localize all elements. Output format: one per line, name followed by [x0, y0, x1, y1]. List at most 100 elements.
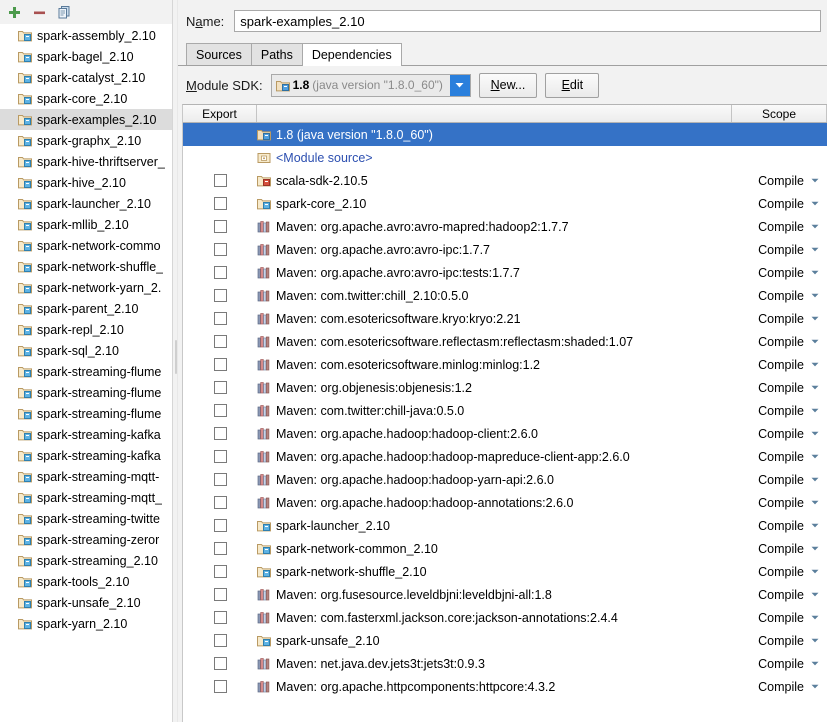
- export-checkbox[interactable]: [213, 266, 227, 279]
- export-checkbox[interactable]: [213, 289, 227, 302]
- module-list-item[interactable]: spark-streaming-flume: [0, 361, 172, 382]
- module-list-item[interactable]: spark-streaming-twitte: [0, 508, 172, 529]
- dependency-row[interactable]: Maven: org.apache.httpcomponents:httpcor…: [183, 675, 827, 698]
- export-checkbox[interactable]: [213, 588, 227, 601]
- module-list-item[interactable]: spark-hive_2.10: [0, 172, 172, 193]
- export-cell[interactable]: [183, 307, 257, 330]
- module-list-item[interactable]: spark-unsafe_2.10: [0, 592, 172, 613]
- module-list-item[interactable]: spark-mllib_2.10: [0, 214, 172, 235]
- module-list-item[interactable]: spark-core_2.10: [0, 88, 172, 109]
- chevron-down-icon[interactable]: [811, 661, 819, 666]
- module-list-item[interactable]: spark-hive-thriftserver_: [0, 151, 172, 172]
- module-list-item[interactable]: spark-streaming_2.10: [0, 550, 172, 571]
- chevron-down-icon[interactable]: [449, 74, 470, 96]
- chevron-down-icon[interactable]: [811, 247, 819, 252]
- export-checkbox[interactable]: [213, 450, 227, 463]
- module-name-input[interactable]: [234, 10, 821, 32]
- chevron-down-icon[interactable]: [811, 362, 819, 367]
- add-button[interactable]: [5, 3, 24, 22]
- export-cell[interactable]: [183, 169, 257, 192]
- tab-sources[interactable]: Sources: [186, 43, 252, 65]
- module-list-item[interactable]: spark-launcher_2.10: [0, 193, 172, 214]
- chevron-down-icon[interactable]: [811, 408, 819, 413]
- module-list-item[interactable]: spark-network-shuffle_: [0, 256, 172, 277]
- export-cell[interactable]: [183, 560, 257, 583]
- dependency-row[interactable]: Maven: org.apache.hadoop:hadoop-client:2…: [183, 422, 827, 445]
- module-list-item[interactable]: spark-catalyst_2.10: [0, 67, 172, 88]
- dependency-row[interactable]: 1.8 (java version "1.8.0_60"): [183, 123, 827, 146]
- module-list-item[interactable]: spark-bagel_2.10: [0, 46, 172, 67]
- module-list-item[interactable]: spark-repl_2.10: [0, 319, 172, 340]
- export-checkbox[interactable]: [213, 197, 227, 210]
- export-cell[interactable]: [183, 514, 257, 537]
- column-header-scope[interactable]: Scope: [732, 105, 827, 122]
- scope-cell[interactable]: Compile: [732, 583, 827, 606]
- dependency-row[interactable]: Maven: org.apache.hadoop:hadoop-mapreduc…: [183, 445, 827, 468]
- chevron-down-icon[interactable]: [811, 569, 819, 574]
- scope-cell[interactable]: Compile: [732, 284, 827, 307]
- scope-cell[interactable]: Compile: [732, 353, 827, 376]
- module-list-item[interactable]: spark-graphx_2.10: [0, 130, 172, 151]
- module-list-item[interactable]: spark-parent_2.10: [0, 298, 172, 319]
- export-cell[interactable]: [183, 261, 257, 284]
- export-cell[interactable]: [183, 376, 257, 399]
- module-list[interactable]: spark-assembly_2.10 spark-bagel_2.10 spark…: [0, 24, 172, 722]
- scope-cell[interactable]: Compile: [732, 192, 827, 215]
- dependency-row[interactable]: Maven: net.java.dev.jets3t:jets3t:0.9.3 C…: [183, 652, 827, 675]
- module-sdk-combobox[interactable]: 1.8 (java version "1.8.0_60"): [270, 73, 471, 97]
- dependency-row[interactable]: spark-launcher_2.10 Compile: [183, 514, 827, 537]
- dependency-row[interactable]: spark-core_2.10 Compile: [183, 192, 827, 215]
- module-list-item[interactable]: spark-network-commo: [0, 235, 172, 256]
- dependency-row[interactable]: <Module source>: [183, 146, 827, 169]
- export-checkbox[interactable]: [213, 404, 227, 417]
- scope-cell[interactable]: Compile: [732, 238, 827, 261]
- export-cell[interactable]: [183, 629, 257, 652]
- dependency-row[interactable]: Maven: com.twitter:chill_2.10:0.5.0 Compi…: [183, 284, 827, 307]
- module-list-item[interactable]: spark-examples_2.10: [0, 109, 172, 130]
- dependency-row[interactable]: Maven: org.apache.hadoop:hadoop-annotati…: [183, 491, 827, 514]
- column-header-export[interactable]: Export: [183, 105, 257, 122]
- chevron-down-icon[interactable]: [811, 431, 819, 436]
- export-cell[interactable]: [183, 468, 257, 491]
- dependency-row[interactable]: spark-network-common_2.10 Compile: [183, 537, 827, 560]
- module-list-item[interactable]: spark-streaming-kafka: [0, 424, 172, 445]
- export-checkbox[interactable]: [213, 381, 227, 394]
- export-cell[interactable]: [183, 606, 257, 629]
- scope-cell[interactable]: Compile: [732, 675, 827, 698]
- chevron-down-icon[interactable]: [811, 454, 819, 459]
- export-cell[interactable]: [183, 284, 257, 307]
- chevron-down-icon[interactable]: [811, 523, 819, 528]
- chevron-down-icon[interactable]: [811, 592, 819, 597]
- scope-cell[interactable]: Compile: [732, 261, 827, 284]
- export-cell[interactable]: [183, 583, 257, 606]
- export-checkbox[interactable]: [213, 542, 227, 555]
- chevron-down-icon[interactable]: [811, 201, 819, 206]
- export-checkbox[interactable]: [213, 473, 227, 486]
- scope-cell[interactable]: Compile: [732, 491, 827, 514]
- remove-button[interactable]: [30, 3, 49, 22]
- chevron-down-icon[interactable]: [811, 270, 819, 275]
- module-list-item[interactable]: spark-assembly_2.10: [0, 25, 172, 46]
- scope-cell[interactable]: Compile: [732, 514, 827, 537]
- export-cell[interactable]: [183, 537, 257, 560]
- module-list-item[interactable]: spark-streaming-zeror: [0, 529, 172, 550]
- chevron-down-icon[interactable]: [811, 178, 819, 183]
- export-checkbox[interactable]: [213, 611, 227, 624]
- export-cell[interactable]: [183, 192, 257, 215]
- dependency-row[interactable]: Maven: org.objenesis:objenesis:1.2 Compil…: [183, 376, 827, 399]
- export-checkbox[interactable]: [213, 427, 227, 440]
- export-checkbox[interactable]: [213, 312, 227, 325]
- dependencies-table-body[interactable]: 1.8 (java version "1.8.0_60") <Module sou…: [183, 123, 827, 722]
- export-cell[interactable]: [183, 238, 257, 261]
- dependency-row[interactable]: Maven: org.apache.avro:avro-ipc:1.7.7 Com…: [183, 238, 827, 261]
- export-checkbox[interactable]: [213, 174, 227, 187]
- export-cell[interactable]: [183, 215, 257, 238]
- chevron-down-icon[interactable]: [811, 339, 819, 344]
- chevron-down-icon[interactable]: [811, 500, 819, 505]
- chevron-down-icon[interactable]: [811, 316, 819, 321]
- dependency-row[interactable]: Maven: com.esotericsoftware.minlog:minlo…: [183, 353, 827, 376]
- export-checkbox[interactable]: [213, 634, 227, 647]
- chevron-down-icon[interactable]: [811, 615, 819, 620]
- dependency-row[interactable]: Maven: org.fusesource.leveldbjni:leveldb…: [183, 583, 827, 606]
- module-list-item[interactable]: spark-streaming-mqtt-: [0, 466, 172, 487]
